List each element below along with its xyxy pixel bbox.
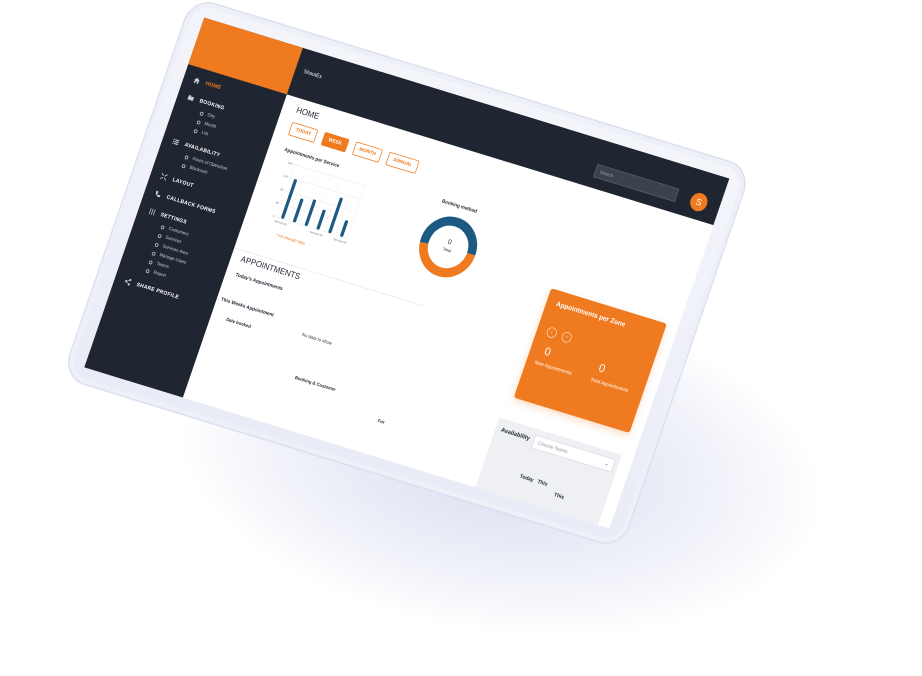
chart-bar — [281, 179, 297, 219]
bullet-icon — [160, 224, 166, 230]
todays-appointments-label: Today's Appointments — [234, 272, 284, 292]
bullet-icon — [151, 251, 157, 256]
y-tick-label: 40 — [275, 200, 280, 205]
chart-gridline-vertical — [347, 186, 366, 239]
tab-month[interactable]: MONTH — [351, 141, 384, 163]
app-screen: HOME BOOKING Day Month List AVAILABILITY Hours… — [84, 17, 730, 529]
bullet-icon — [181, 163, 187, 169]
tab-annual[interactable]: ANNUAL — [385, 151, 420, 174]
y-tick-label: 160 — [287, 160, 293, 165]
phone-icon — [153, 190, 162, 199]
chart-bar — [316, 209, 326, 230]
zone-new-label: New Appointments — [533, 359, 573, 377]
zone-next-button[interactable]: › — [560, 330, 574, 344]
date-booked-label: Date booked — [225, 317, 252, 330]
availability-col-today: Today — [518, 473, 535, 484]
tablet-device: HOME BOOKING Day Month List AVAILABILITY Hours… — [61, 0, 753, 550]
chart-bar — [328, 197, 343, 234]
bullet-icon — [154, 242, 160, 247]
bullet-icon — [196, 119, 202, 125]
availability-col-this-2: This — [553, 492, 565, 501]
chart-bar — [304, 199, 317, 226]
bullet-icon — [184, 154, 190, 160]
bullet-icon — [199, 111, 205, 116]
sidebar-item-label: HOME — [204, 80, 222, 91]
bullet-icon — [157, 233, 163, 239]
zone-total-label: Total Appointments — [589, 377, 629, 394]
sidebar-subitem-label: Day — [206, 112, 216, 120]
page-title: HOME — [294, 105, 321, 122]
brand-name: ShoutEx — [302, 69, 323, 80]
tab-week[interactable]: WEEK — [320, 131, 350, 153]
booking-icon — [186, 93, 195, 102]
zone-total-value: 0 — [597, 361, 607, 376]
sidebar-subitem-label: List — [200, 130, 209, 137]
appointments-per-zone-card: Appointments per Zone ‹ › 0 New Appointm… — [513, 288, 667, 434]
list-icon — [171, 137, 180, 146]
this-weeks-appointment-label: This Weeks Appointment — [220, 296, 275, 319]
tab-today[interactable]: TODAY — [287, 121, 319, 143]
bullet-icon — [148, 259, 154, 265]
avatar[interactable]: S — [687, 190, 710, 214]
y-tick-label: 80 — [280, 187, 285, 192]
scene: HOME BOOKING Day Month List AVAILABILITY Hours… — [0, 0, 922, 676]
chart-bar — [292, 198, 304, 223]
home-icon — [192, 76, 201, 85]
no-data-label: No data to show — [301, 332, 333, 347]
chart-bar — [340, 220, 349, 237]
chevron-down-icon: ⌄ — [603, 461, 610, 468]
booking-customer-header: Booking & Customer — [294, 375, 337, 393]
bullet-icon — [145, 268, 151, 274]
zone-new-value: 0 — [542, 344, 553, 360]
y-tick-label: 120 — [283, 174, 289, 179]
layout-icon — [159, 172, 168, 181]
for-header: For — [377, 418, 386, 426]
zone-prev-button[interactable]: ‹ — [545, 326, 559, 340]
availability-col-this: This — [536, 479, 549, 488]
share-icon — [123, 277, 132, 286]
choose-teams-placeholder: Choose Teams — [537, 440, 569, 455]
y-tick-label: 0 — [272, 214, 275, 218]
choose-teams-select[interactable]: Choose Teams ⌄ — [531, 434, 616, 473]
sliders-icon — [147, 207, 156, 216]
availability-title: Availability — [500, 426, 531, 442]
bullet-icon — [193, 128, 199, 134]
divider — [234, 247, 425, 307]
